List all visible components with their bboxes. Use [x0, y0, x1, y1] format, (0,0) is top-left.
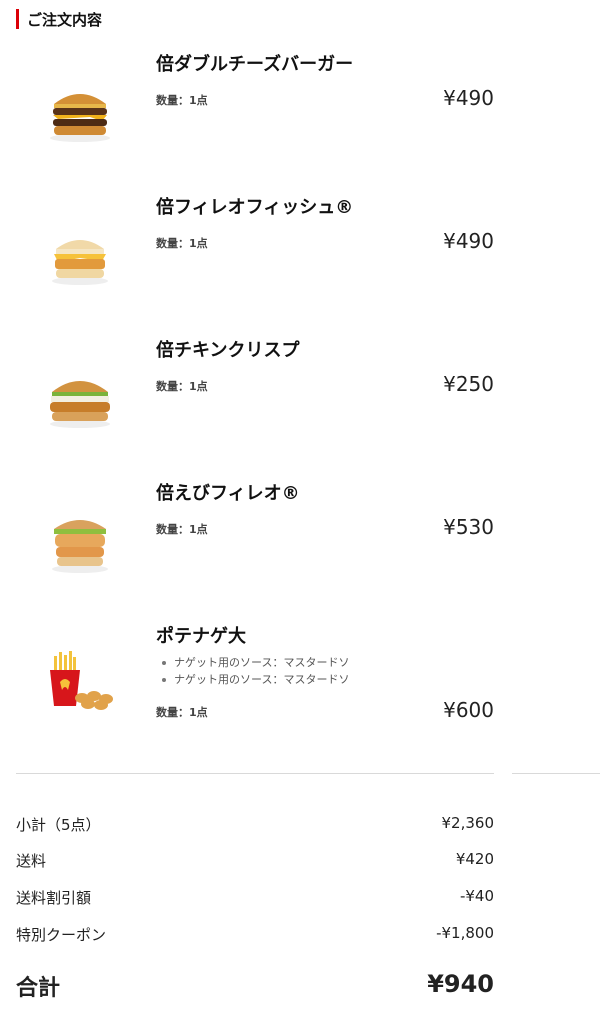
coupon-value: -¥1,800	[436, 924, 494, 942]
order-item: 倍フィレオフィッシュ® 数量：1点 ¥490	[0, 191, 600, 311]
shipping-discount-row: 送料割引額 -¥40	[16, 887, 494, 908]
item-option: ナゲット用のソース：マスタードソ	[160, 654, 370, 671]
item-price: ¥490	[443, 86, 494, 110]
shipping-value: ¥420	[455, 850, 494, 868]
shipping-discount-label: 送料割引額	[16, 889, 92, 907]
shipping-discount-value: -¥40	[459, 887, 494, 905]
coupon-label: 特別クーポン	[16, 926, 107, 944]
total-row: 合計 ¥940	[16, 970, 494, 1002]
chicken-crisp-icon	[40, 364, 120, 434]
coupon-row: 特別クーポン -¥1,800	[16, 924, 494, 945]
item-name: ポテナゲ大	[156, 626, 246, 647]
order-item: ポテナゲ大 ナゲット用のソース：マスタードソ ナゲット用のソース：マスタードソ …	[0, 620, 600, 760]
item-quantity: 数量：1点	[156, 237, 208, 250]
item-quantity: 数量：1点	[156, 94, 208, 107]
total-label: 合計	[16, 976, 61, 1001]
ebi-filet-o-icon	[40, 507, 120, 577]
item-quantity: 数量：1点	[156, 380, 208, 393]
filet-o-fish-icon	[40, 221, 120, 291]
shipping-label: 送料	[16, 852, 47, 870]
subtotal-label: 小計（5点）	[16, 816, 101, 834]
total-value: ¥940	[427, 970, 494, 998]
order-item: 倍ダブルチーズバーガー 数量：1点 ¥490	[0, 48, 600, 168]
item-options-list: ナゲット用のソース：マスタードソ ナゲット用のソース：マスタードソ	[160, 654, 370, 688]
item-price: ¥530	[443, 515, 494, 539]
item-name: 倍えびフィレオ®	[156, 483, 300, 504]
item-name: 倍ダブルチーズバーガー	[156, 54, 354, 75]
item-quantity: 数量：1点	[156, 706, 208, 719]
item-price: ¥600	[443, 698, 494, 722]
item-option: ナゲット用のソース：マスタードソ	[160, 671, 370, 688]
fries-nuggets-icon	[40, 646, 120, 716]
section-accent-bar	[16, 9, 19, 29]
shipping-row: 送料 ¥420	[16, 850, 494, 871]
order-section-header: ご注文内容	[16, 8, 102, 30]
subtotal-value: ¥2,360	[441, 814, 495, 832]
subtotal-row: 小計（5点） ¥2,360	[16, 814, 494, 835]
summary-divider	[16, 773, 494, 774]
item-price: ¥250	[443, 372, 494, 396]
item-quantity: 数量：1点	[156, 523, 208, 536]
order-item: 倍チキンクリスプ 数量：1点 ¥250	[0, 334, 600, 454]
order-item: 倍えびフィレオ® 数量：1点 ¥530	[0, 477, 600, 597]
item-name: 倍フィレオフィッシュ®	[156, 197, 354, 218]
section-title: ご注文内容	[27, 10, 103, 29]
summary-divider	[512, 773, 600, 774]
item-price: ¥490	[443, 229, 494, 253]
double-cheeseburger-icon	[40, 78, 120, 148]
item-name: 倍チキンクリスプ	[156, 340, 300, 361]
